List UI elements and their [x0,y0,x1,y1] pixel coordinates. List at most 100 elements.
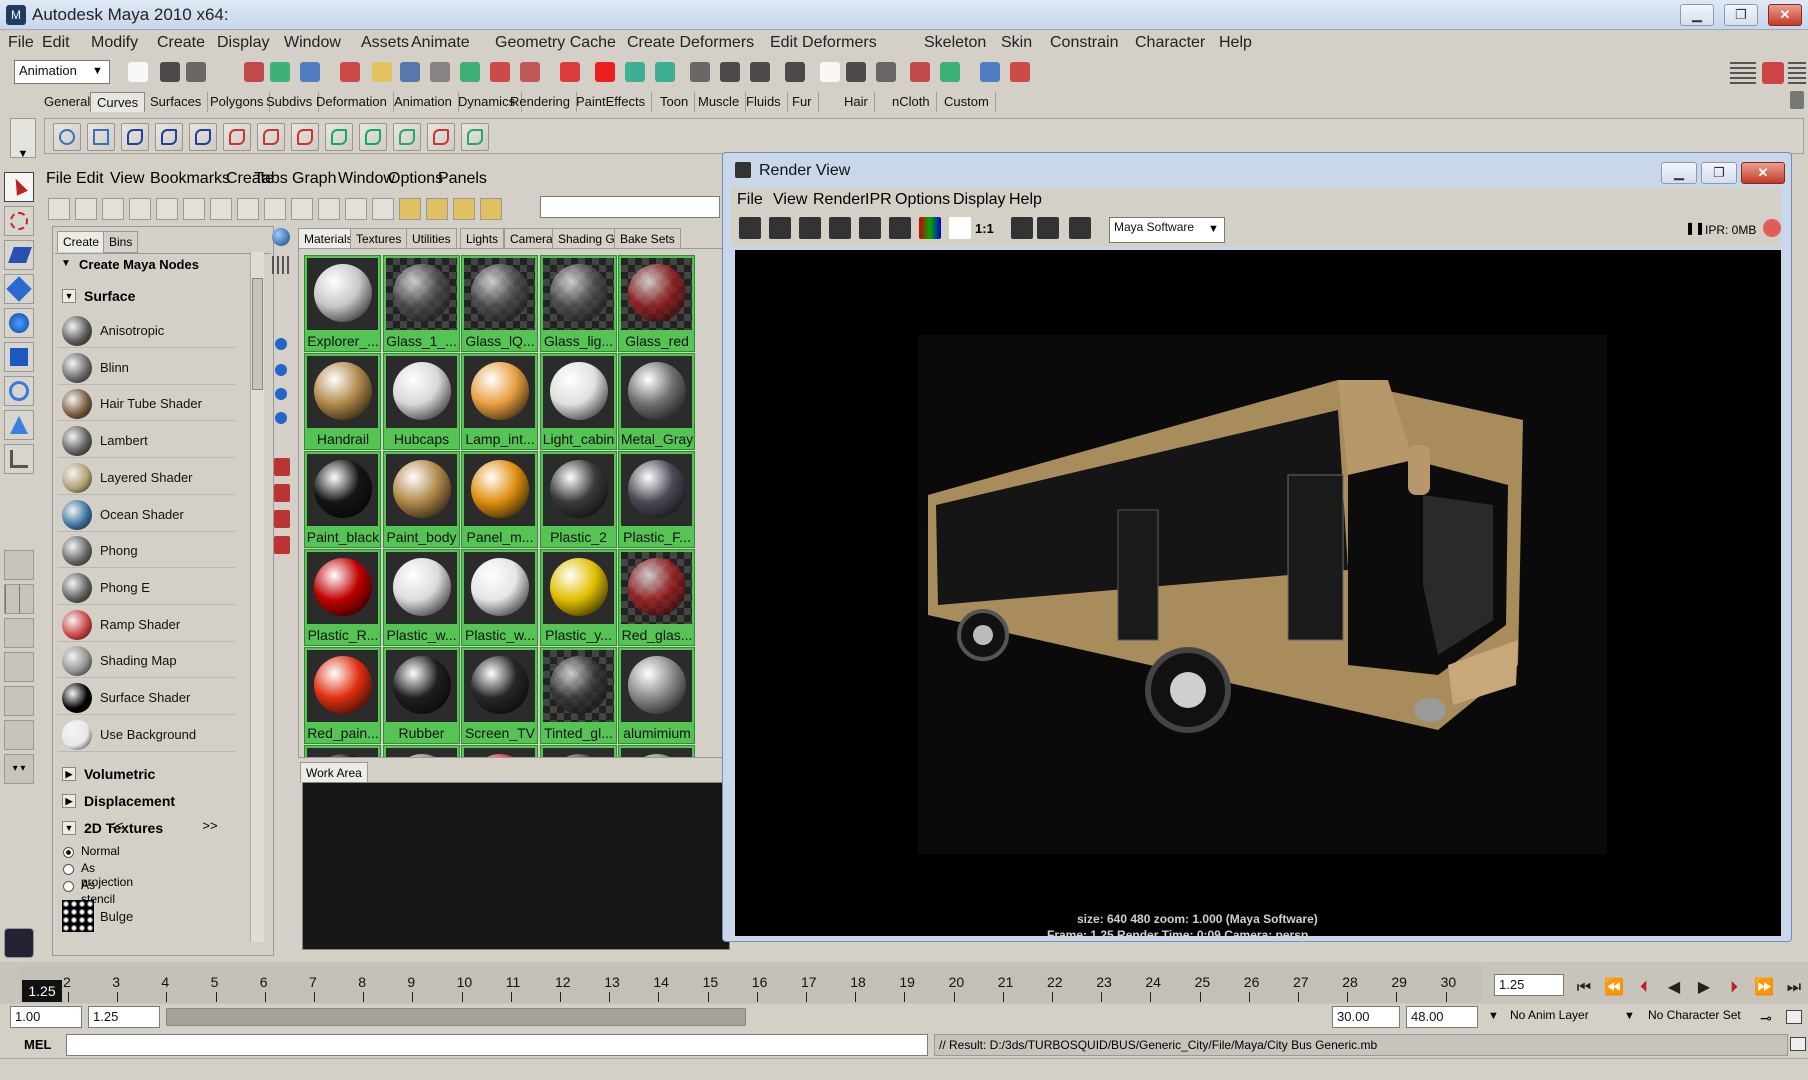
rv-close-button[interactable]: ✕ [1741,162,1785,184]
sphere-blue-icon[interactable] [275,338,287,350]
rotate-tool-icon[interactable] [4,308,34,338]
material-swatch[interactable]: Plastic_w... [382,549,460,646]
time-slider-track[interactable]: 2 3 4 5 6 7 8 9 10 11 12 13 14 15 16 17 18 19 20 21 22 23 24 25… [20,966,1482,1002]
hs-menu-bookmarks[interactable]: Bookmarks [150,170,230,188]
material-swatch[interactable]: Glass_red [618,255,695,352]
shelf-tab-custom[interactable]: Custom [938,92,996,112]
material-swatch[interactable]: Glass_lQ... [461,255,538,352]
status-tool-icon[interactable] [940,62,960,82]
maximize-button[interactable]: ❐ [1724,4,1758,26]
shelf-tab-animation[interactable]: Animation [388,92,459,112]
material-swatch[interactable]: Rubber [382,647,460,744]
hypershade-tool-icon[interactable] [372,198,394,220]
chevron-right-icon[interactable]: ▶ [62,767,76,781]
shelf-tab-curves[interactable]: Curves [90,92,146,112]
step-back-key-icon[interactable]: ⏴ [1632,976,1656,1000]
material-swatch[interactable]: dashboar... [539,745,617,757]
command-input[interactable] [66,1034,928,1056]
node-row[interactable]: Surface Shader [58,681,236,715]
chevron-down-icon[interactable]: ▼ [92,65,103,77]
layout-graph-icon[interactable] [4,720,34,750]
status-tool-icon[interactable] [980,62,1000,82]
ipr-icon[interactable] [1763,219,1781,237]
hypershade-tool-icon[interactable] [237,198,259,220]
status-tool-icon[interactable] [372,62,392,82]
time-slider[interactable]: 2 3 4 5 6 7 8 9 10 11 12 13 14 15 16 17 18 19 20 21 22 23 24 25… [0,962,1808,1006]
chevron-down-icon[interactable]: ▼ [62,289,76,303]
material-swatch[interactable]: Plastic_R... [304,549,381,646]
ratio-1-1-button[interactable]: 1:1 [975,221,994,236]
shelf-tab-painteffects[interactable]: PaintEffects [570,92,653,112]
status-tool-icon[interactable] [186,62,206,82]
soft-mod-icon[interactable] [4,410,34,440]
material-swatch[interactable]: Handrail [304,353,381,450]
hypershade-tool-icon[interactable] [345,198,367,220]
ipr-render-icon[interactable] [859,217,881,239]
status-tool-icon[interactable] [340,62,360,82]
status-tool-icon[interactable] [490,62,510,82]
snapshot-icon[interactable] [799,217,821,239]
move-tool-icon[interactable] [4,274,34,304]
rv-menu-file[interactable]: File [737,191,763,209]
status-tool-icon[interactable] [820,62,840,82]
tab-utilities[interactable]: Utilities [406,228,457,250]
close-button[interactable]: ✕ [1768,4,1802,26]
render-settings-icon[interactable] [889,217,911,239]
status-tool-icon[interactable] [720,62,740,82]
layout-single-icon[interactable] [4,550,34,580]
rv-menu-options[interactable]: Options [895,191,950,209]
shelf-tab-general[interactable]: General [38,92,98,112]
radio-normal[interactable] [63,847,74,858]
hypershade-tool-icon[interactable] [399,198,421,220]
tab-create[interactable]: Create [57,231,106,252]
menu-skeleton[interactable]: Skeleton [924,34,986,52]
toolbox-toggle-icon[interactable] [1730,62,1756,84]
create-panel-scrollbar[interactable] [250,252,264,942]
node-row[interactable]: Phong [58,534,236,569]
chevron-down-icon[interactable]: ▼ [1208,223,1219,235]
material-swatch[interactable]: alumimium [618,647,695,744]
layout-persp-outliner-icon[interactable] [4,618,34,648]
layout-four-icon[interactable] [4,584,34,614]
layout-hypershade-icon[interactable] [4,686,34,716]
status-tool-icon[interactable] [910,62,930,82]
rv-menu-render[interactable]: Render [813,191,865,209]
radio-as-projection[interactable] [63,864,74,875]
end-time-field[interactable]: 48.00 [1406,1006,1478,1028]
display-alpha-icon[interactable] [949,217,971,239]
create-nodes-header[interactable]: ▼ Create Maya Nodes [55,253,271,273]
status-tool-icon[interactable] [690,62,710,82]
current-frame-field[interactable]: 1.25 [1494,974,1564,996]
step-forward-icon[interactable]: ⏩ [1752,976,1776,1000]
material-swatch[interactable]: Red_pain... [304,647,381,744]
hs-menu-window[interactable]: Window [338,170,395,188]
sphere-blue-icon[interactable] [275,412,287,424]
sphere-blue-icon[interactable] [275,364,287,376]
material-swatch[interactable]: Screen_TV [461,647,538,744]
material-swatch[interactable]: Light_cabin [539,353,617,450]
anim-layer-select[interactable]: No Anim Layer [1510,1008,1589,1022]
status-tool-icon[interactable] [160,62,180,82]
chevron-down-icon[interactable]: ▼ [62,821,76,835]
material-swatch[interactable]: Lamp_int... [461,353,538,450]
character-set-select[interactable]: No Character Set [1648,1008,1741,1022]
status-tool-icon[interactable] [655,62,675,82]
minimize-button[interactable]: ▁ [1680,4,1714,26]
select-tool-icon[interactable] [4,172,34,202]
go-to-start-icon[interactable]: ⏮ [1572,976,1596,1000]
hs-menu-tabs[interactable]: Tabs [254,170,288,188]
material-swatch[interactable]: Explorer_... [304,255,381,352]
material-swatch[interactable]: Panel_m... [461,451,538,548]
hypershade-icon[interactable] [1069,217,1091,239]
node-row[interactable]: Shading Map [58,644,236,679]
render-canvas[interactable]: size: 640 480 zoom: 1.000 (Maya Software… [735,250,1781,942]
rv-menu-display[interactable]: Display [953,191,1005,209]
tab-textures[interactable]: Textures [350,228,408,250]
status-tool-icon[interactable] [300,62,320,82]
node-row[interactable]: Phong E [58,571,236,605]
hs-menu-options[interactable]: Options [388,170,443,188]
material-swatch[interactable]: Tinted_gl... [539,647,617,744]
render-region-icon[interactable] [829,217,851,239]
hypershade-tool-icon[interactable] [102,198,124,220]
material-swatch[interactable]: chrome_... [382,745,460,757]
